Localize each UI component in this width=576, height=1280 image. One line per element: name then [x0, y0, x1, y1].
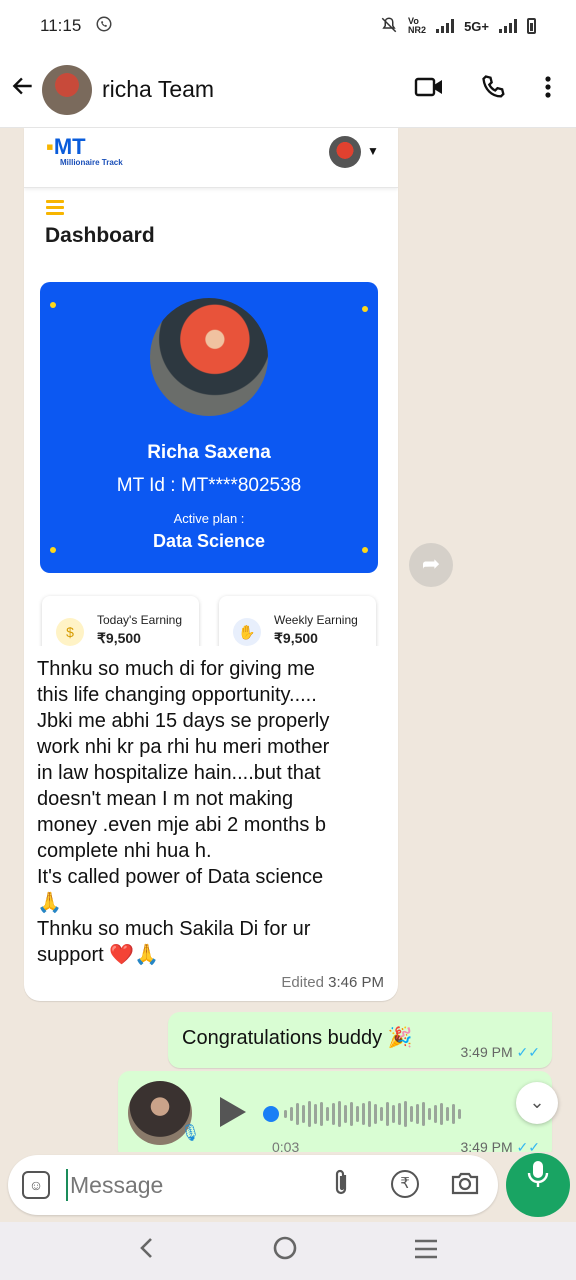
message-line: doesn't mean I m not making [37, 788, 294, 810]
camera-icon[interactable] [450, 1169, 480, 1202]
nav-recents-icon[interactable] [413, 1236, 439, 1267]
whatsapp-notification-icon [95, 15, 113, 38]
money-bag-icon: $ [56, 618, 84, 646]
system-navigation-bar [0, 1222, 576, 1280]
double-check-icon: ✓✓ [516, 1139, 540, 1152]
mt-logo: ▪MT Millionaire Track [46, 134, 123, 167]
mute-icon [380, 16, 398, 37]
message-text: Congratulations buddy 🎉 [182, 1027, 413, 1049]
battery-icon [527, 18, 536, 34]
time-text: 3:49 PM [460, 1044, 513, 1060]
message-line: support ❤️🙏 [37, 944, 160, 966]
earning-card-weekly: ✋ Weekly Earning ₹9,500 [219, 596, 376, 646]
shared-screenshot[interactable]: ▪MT Millionaire Track ▼ Dashboard Richa … [24, 128, 398, 646]
logo-text: MT [53, 134, 86, 159]
message-text: Thnku so much di for giving me this life… [24, 646, 398, 974]
earning-label: Weekly Earning [274, 613, 358, 627]
profile-mt-id: MT Id : MT****802538 [116, 475, 302, 496]
back-arrow-icon[interactable] [10, 73, 38, 107]
more-options-icon[interactable] [544, 75, 552, 104]
attachment-icon[interactable] [330, 1168, 352, 1205]
record-voice-button[interactable] [506, 1153, 570, 1217]
incoming-message[interactable]: ▪MT Millionaire Track ▼ Dashboard Richa … [24, 128, 398, 1001]
message-line: complete nhi hua h. [37, 840, 212, 862]
earning-value: ₹9,500 [274, 630, 318, 646]
message-line: 🙏 [37, 892, 62, 914]
hand-coin-icon: ✋ [233, 618, 261, 646]
chat-area[interactable]: ▪MT Millionaire Track ▼ Dashboard Richa … [0, 128, 576, 1152]
message-input[interactable] [66, 1169, 306, 1201]
nav-back-icon[interactable] [137, 1236, 157, 1267]
logo-subtitle: Millionaire Track [60, 158, 123, 167]
message-line: Thnku so much Sakila Di for ur [37, 918, 311, 940]
profile-photo [150, 298, 268, 416]
scroll-down-icon[interactable]: ⌄ [516, 1082, 558, 1124]
voice-message[interactable]: 🎙 0:03 3:49 PM ✓✓ [118, 1071, 552, 1152]
profile-card: Richa Saxena MT Id : MT****802538 Active… [40, 282, 378, 573]
message-line: work nhi kr pa rhi hu meri mother [37, 736, 330, 758]
profile-name: Richa Saxena [147, 442, 271, 463]
message-time: 3:49 PM ✓✓ [461, 1139, 541, 1152]
earning-value: ₹9,500 [97, 630, 141, 646]
double-check-icon: ✓✓ [516, 1044, 540, 1060]
message-line: money .even mje abi 2 months b [37, 814, 327, 836]
network-type: 5G+ [464, 18, 489, 34]
message-composer: ☺ ₹ [8, 1155, 498, 1215]
emoji-sticker-icon[interactable]: ☺ [22, 1171, 50, 1199]
earning-label: Today's Earning [97, 613, 183, 627]
message-time: 3:46 PM [328, 974, 384, 991]
plan-label: Active plan : [173, 511, 245, 526]
time-text: 3:49 PM [460, 1139, 513, 1152]
mic-small-icon: 🎙 [180, 1125, 201, 1142]
screenshot-profile-avatar [329, 136, 361, 168]
status-bar: 11:15 Vo NR2 5G+ [0, 0, 576, 52]
screenshot-page-title: Dashboard [45, 224, 155, 247]
nav-home-icon[interactable] [272, 1235, 298, 1268]
mic-icon [527, 1161, 549, 1187]
message-line: this life changing opportunity..... [37, 684, 317, 706]
signal-icon [436, 19, 455, 33]
video-call-icon[interactable] [414, 75, 444, 104]
caret-down-icon: ▼ [367, 144, 379, 158]
contact-avatar[interactable] [42, 64, 92, 115]
signal-icon-2 [499, 19, 517, 33]
voice-call-icon[interactable] [480, 73, 508, 106]
plan-value: Data Science [152, 531, 266, 551]
status-time: 11:15 [40, 16, 82, 35]
earning-card-today: $ Today's Earning ₹9,500 [42, 596, 199, 646]
chat-title[interactable]: richa Team [102, 76, 214, 103]
play-icon[interactable] [220, 1097, 246, 1127]
message-line: Jbki me abhi 15 days se properly [37, 710, 330, 732]
message-line: It's called power of Data science [37, 866, 324, 888]
screenshot-topbar: ▪MT Millionaire Track ▼ [24, 128, 398, 188]
message-meta: Edited 3:46 PM [24, 974, 398, 1001]
message-line: Thnku so much di for giving me [37, 658, 315, 680]
message-time: 3:49 PM ✓✓ [461, 1044, 541, 1061]
voice-duration: 0:03 [272, 1139, 300, 1152]
outgoing-message[interactable]: Congratulations buddy 🎉 3:49 PM ✓✓ [168, 1012, 552, 1068]
message-line: in law hospitalize hain....but that [37, 762, 321, 784]
menu-icon [46, 200, 64, 218]
volte-icon: Vo NR2 [408, 16, 427, 35]
waveform[interactable] [284, 1096, 461, 1132]
edited-label: Edited [281, 974, 324, 991]
seek-handle[interactable] [263, 1106, 279, 1122]
forward-icon[interactable]: ➦ [409, 543, 453, 587]
payment-icon[interactable]: ₹ [391, 1170, 419, 1198]
chat-header: richa Team [0, 52, 576, 128]
